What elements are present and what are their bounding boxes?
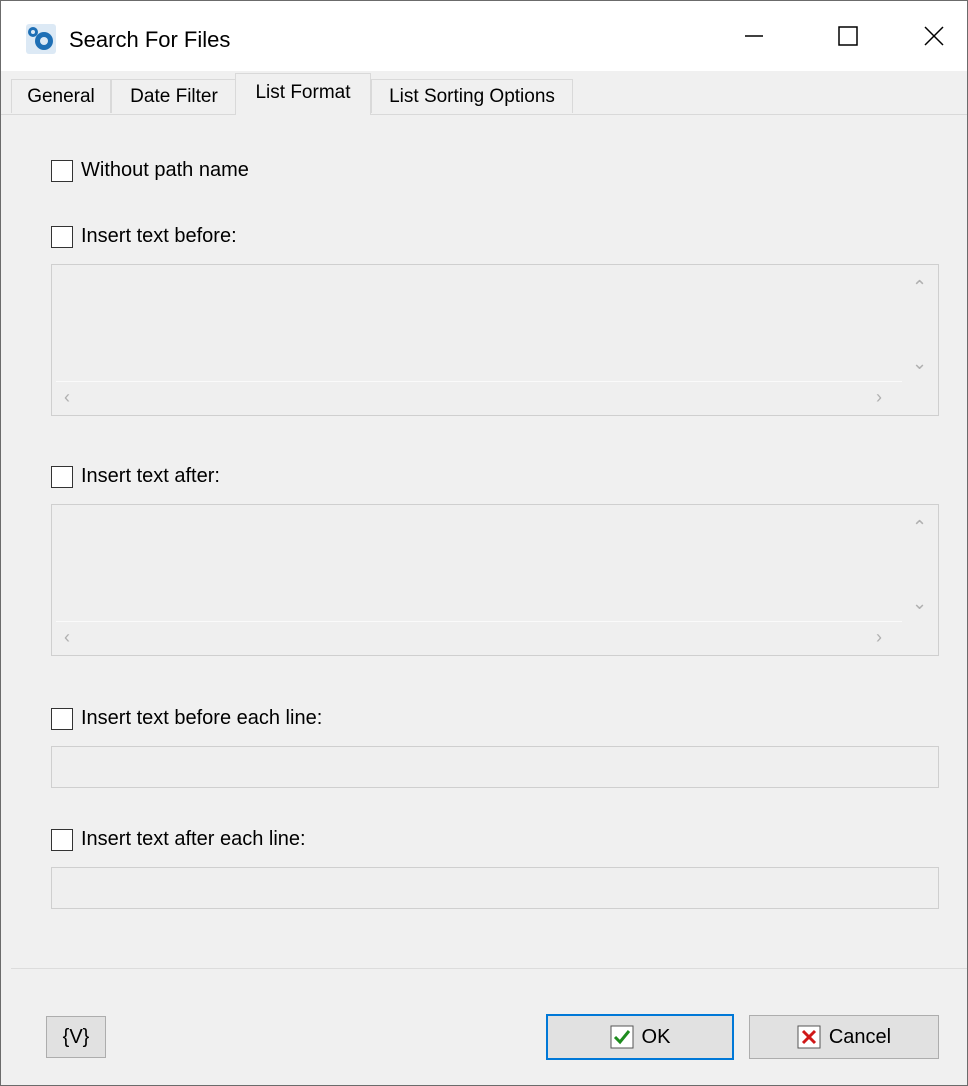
close-icon [924, 26, 944, 46]
insert-text-after-each-line-option[interactable]: Insert text after each line: [51, 828, 306, 851]
variables-button[interactable]: {V} [46, 1016, 106, 1058]
maximize-icon [838, 26, 858, 46]
insert-text-after-each-line-label: Insert text after each line: [81, 828, 306, 850]
tab-date-filter[interactable]: Date Filter [111, 79, 237, 113]
search-for-files-dialog: Search For Files General Date Filter Lis… [0, 0, 968, 1086]
scroll-down-icon[interactable]: ⌄ [912, 593, 927, 614]
insert-text-before-text-area[interactable] [56, 269, 902, 382]
without-path-name-option[interactable]: Without path name [51, 159, 249, 182]
cancel-x-icon [797, 1025, 821, 1049]
maximize-button[interactable] [801, 1, 895, 71]
scroll-left-icon[interactable]: ‹ [64, 627, 70, 648]
insert-text-before-each-line-option[interactable]: Insert text before each line: [51, 707, 322, 730]
insert-text-before-label: Insert text before: [81, 225, 237, 247]
scroll-up-icon[interactable]: ⌃ [912, 277, 927, 298]
vertical-scrollbar[interactable]: ⌃ ⌄ [902, 265, 938, 415]
tab-list-format[interactable]: List Format [235, 73, 371, 115]
app-icon [26, 24, 56, 54]
tab-divider [1, 114, 967, 115]
insert-text-after-checkbox[interactable] [51, 465, 73, 488]
insert-text-after-each-line-input[interactable] [51, 867, 939, 909]
cancel-button-label: Cancel [828, 1025, 892, 1048]
checkmark-icon [610, 1025, 634, 1049]
scroll-right-icon[interactable]: › [876, 387, 882, 408]
insert-text-before-each-line-checkbox[interactable] [51, 707, 73, 730]
insert-text-before-each-line-input[interactable] [51, 746, 939, 788]
scroll-left-icon[interactable]: ‹ [64, 387, 70, 408]
tab-general[interactable]: General [11, 79, 111, 113]
insert-text-after-memo[interactable]: ⌃ ⌄ ‹ › [51, 504, 939, 656]
tab-list-sorting-options[interactable]: List Sorting Options [371, 79, 573, 113]
insert-text-before-memo[interactable]: ⌃ ⌄ ‹ › [51, 264, 939, 416]
variables-button-label: {V} [62, 1025, 90, 1048]
insert-text-after-option[interactable]: Insert text after: [51, 465, 220, 488]
horizontal-scrollbar[interactable]: ‹ › [52, 621, 902, 655]
minimize-icon [745, 35, 763, 37]
without-path-name-label: Without path name [81, 159, 249, 181]
insert-text-after-text-area[interactable] [56, 509, 902, 622]
insert-text-before-option[interactable]: Insert text before: [51, 225, 237, 248]
close-button[interactable] [887, 1, 968, 71]
title-bar: Search For Files [1, 1, 967, 71]
footer-divider [11, 968, 967, 969]
tab-strip: General Date Filter List Format List Sor… [1, 71, 967, 115]
insert-text-after-each-line-checkbox[interactable] [51, 828, 73, 851]
window-title: Search For Files [69, 27, 231, 52]
scroll-down-icon[interactable]: ⌄ [912, 353, 927, 374]
insert-text-after-label: Insert text after: [81, 465, 220, 487]
ok-button[interactable]: OK [546, 1014, 734, 1060]
vertical-scrollbar[interactable]: ⌃ ⌄ [902, 505, 938, 655]
scroll-right-icon[interactable]: › [876, 627, 882, 648]
minimize-button[interactable] [707, 1, 801, 71]
horizontal-scrollbar[interactable]: ‹ › [52, 381, 902, 415]
scroll-up-icon[interactable]: ⌃ [912, 517, 927, 538]
without-path-name-checkbox[interactable] [51, 159, 73, 182]
ok-button-label: OK [641, 1025, 671, 1048]
cancel-button[interactable]: Cancel [749, 1015, 939, 1059]
insert-text-before-each-line-label: Insert text before each line: [81, 707, 323, 729]
insert-text-before-checkbox[interactable] [51, 225, 73, 248]
